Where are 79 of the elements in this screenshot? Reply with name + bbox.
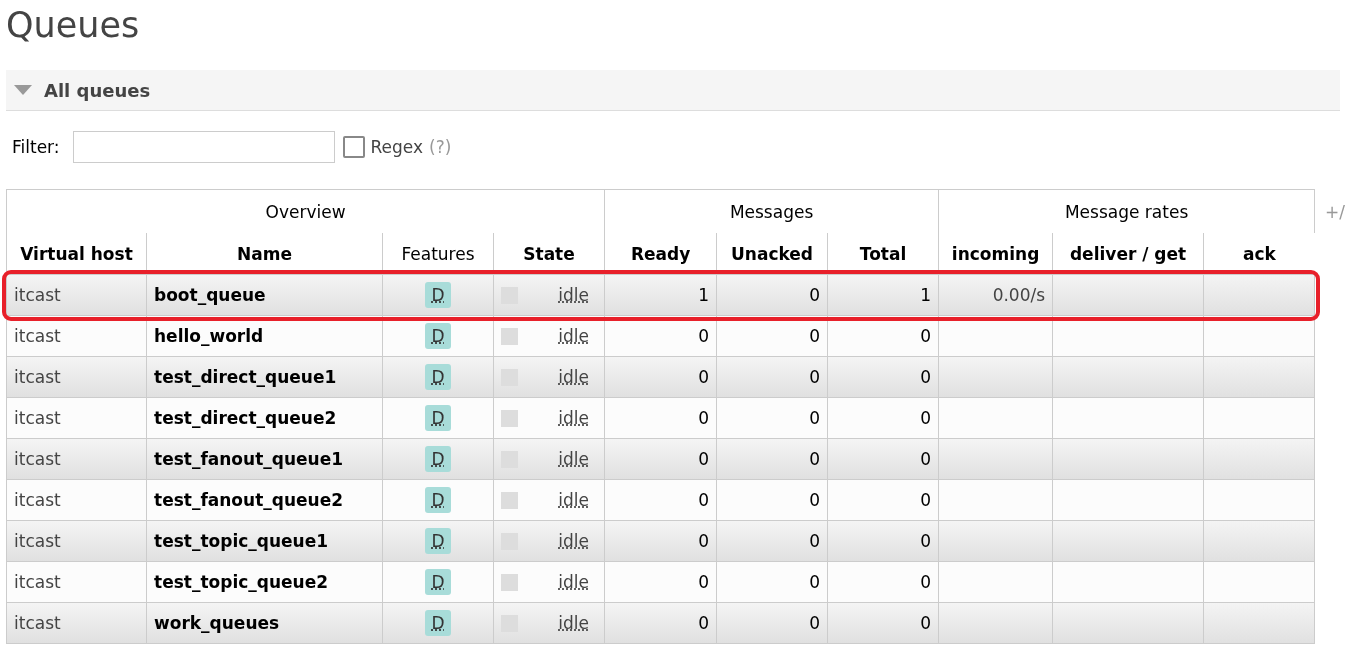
filter-field[interactable] bbox=[72, 131, 335, 163]
table-cell: itcast bbox=[6, 602, 147, 644]
table-cell: 0 bbox=[716, 561, 828, 603]
table-cell: itcast bbox=[6, 356, 147, 398]
queue-name-link[interactable]: work_queues bbox=[146, 602, 383, 644]
state-text: idle bbox=[558, 408, 590, 428]
table-cell: 1 bbox=[827, 274, 939, 316]
state-square-icon bbox=[501, 491, 518, 509]
queue-name-link[interactable]: boot_queue bbox=[146, 274, 383, 316]
table-cell: 0 bbox=[716, 438, 828, 480]
state-text: idle bbox=[558, 449, 590, 469]
table-cell: 1 bbox=[604, 274, 717, 316]
column-group-header: Message rates bbox=[938, 189, 1315, 233]
queue-name-link[interactable]: test_fanout_queue2 bbox=[146, 479, 383, 521]
state-square-icon bbox=[501, 573, 518, 591]
table-cell: 0 bbox=[827, 438, 939, 480]
table-cell: 0 bbox=[716, 356, 828, 398]
state-text: idle bbox=[558, 613, 590, 633]
durable-badge: D bbox=[425, 528, 451, 554]
table-cell: 0 bbox=[604, 602, 717, 644]
table-cell: 0 bbox=[604, 438, 717, 480]
table-cell: 0 bbox=[827, 315, 939, 357]
table-cell: 0 bbox=[716, 397, 828, 439]
queue-name-link[interactable]: test_topic_queue2 bbox=[146, 561, 383, 603]
durable-badge: D bbox=[425, 405, 451, 431]
state-square-icon bbox=[501, 409, 518, 427]
table-cell: 0 bbox=[827, 602, 939, 644]
state-text: idle bbox=[558, 490, 590, 510]
queue-name-link[interactable]: test_topic_queue1 bbox=[146, 520, 383, 562]
table-cell: 0 bbox=[716, 479, 828, 521]
table-cell: itcast bbox=[6, 397, 147, 439]
table-cell: itcast bbox=[6, 438, 147, 480]
page-title: Queues bbox=[6, 4, 141, 46]
queue-name-link[interactable]: test_direct_queue1 bbox=[146, 356, 383, 398]
durable-badge: D bbox=[425, 323, 451, 349]
table-cell: 0 bbox=[604, 397, 717, 439]
table-cell: 0.00/s bbox=[938, 274, 1053, 316]
table-cell: 0 bbox=[716, 315, 828, 357]
collapse-arrow-icon bbox=[14, 85, 32, 95]
table-cell: 0 bbox=[827, 479, 939, 521]
regex-label: Regex bbox=[370, 137, 424, 157]
section-header[interactable]: All queues bbox=[6, 70, 1340, 111]
durable-badge: D bbox=[425, 487, 451, 513]
durable-badge: D bbox=[425, 364, 451, 390]
table-cell: 0 bbox=[827, 520, 939, 562]
table-cell: 0 bbox=[604, 356, 717, 398]
table-cell: 0 bbox=[716, 274, 828, 316]
table-cell: itcast bbox=[6, 274, 147, 316]
durable-badge: D bbox=[425, 446, 451, 472]
durable-badge: D bbox=[425, 569, 451, 595]
column-group-header: Overview bbox=[6, 189, 605, 233]
table-cell: 0 bbox=[604, 479, 717, 521]
state-text: idle bbox=[558, 572, 590, 592]
table-cell: 0 bbox=[604, 315, 717, 357]
table-cell: 0 bbox=[604, 520, 717, 562]
column-group-header: Messages bbox=[604, 189, 939, 233]
table-cell: itcast bbox=[6, 561, 147, 603]
table-cell: itcast bbox=[6, 315, 147, 357]
state-text: idle bbox=[558, 326, 590, 346]
state-square-icon bbox=[501, 327, 518, 345]
table-cell: 0 bbox=[716, 602, 828, 644]
section-title: All queues bbox=[44, 79, 151, 101]
durable-badge: D bbox=[425, 610, 451, 636]
state-text: idle bbox=[558, 367, 590, 387]
state-text: idle bbox=[558, 531, 590, 551]
queue-name-link[interactable]: test_fanout_queue1 bbox=[146, 438, 383, 480]
table-cell: 0 bbox=[827, 397, 939, 439]
state-text: idle bbox=[558, 285, 590, 305]
table-cell: 0 bbox=[716, 520, 828, 562]
table-cell: itcast bbox=[6, 520, 147, 562]
table-cell: 0 bbox=[604, 561, 717, 603]
queue-name-link[interactable]: hello_world bbox=[146, 315, 383, 357]
table-cell: 0 bbox=[827, 561, 939, 603]
table-cell: 0 bbox=[827, 356, 939, 398]
regex-checkbox[interactable] bbox=[342, 136, 365, 158]
table-cell: itcast bbox=[6, 479, 147, 521]
durable-badge: D bbox=[425, 282, 451, 308]
queue-name-link[interactable]: test_direct_queue2 bbox=[146, 397, 383, 439]
filter-label: Filter: bbox=[12, 137, 60, 157]
